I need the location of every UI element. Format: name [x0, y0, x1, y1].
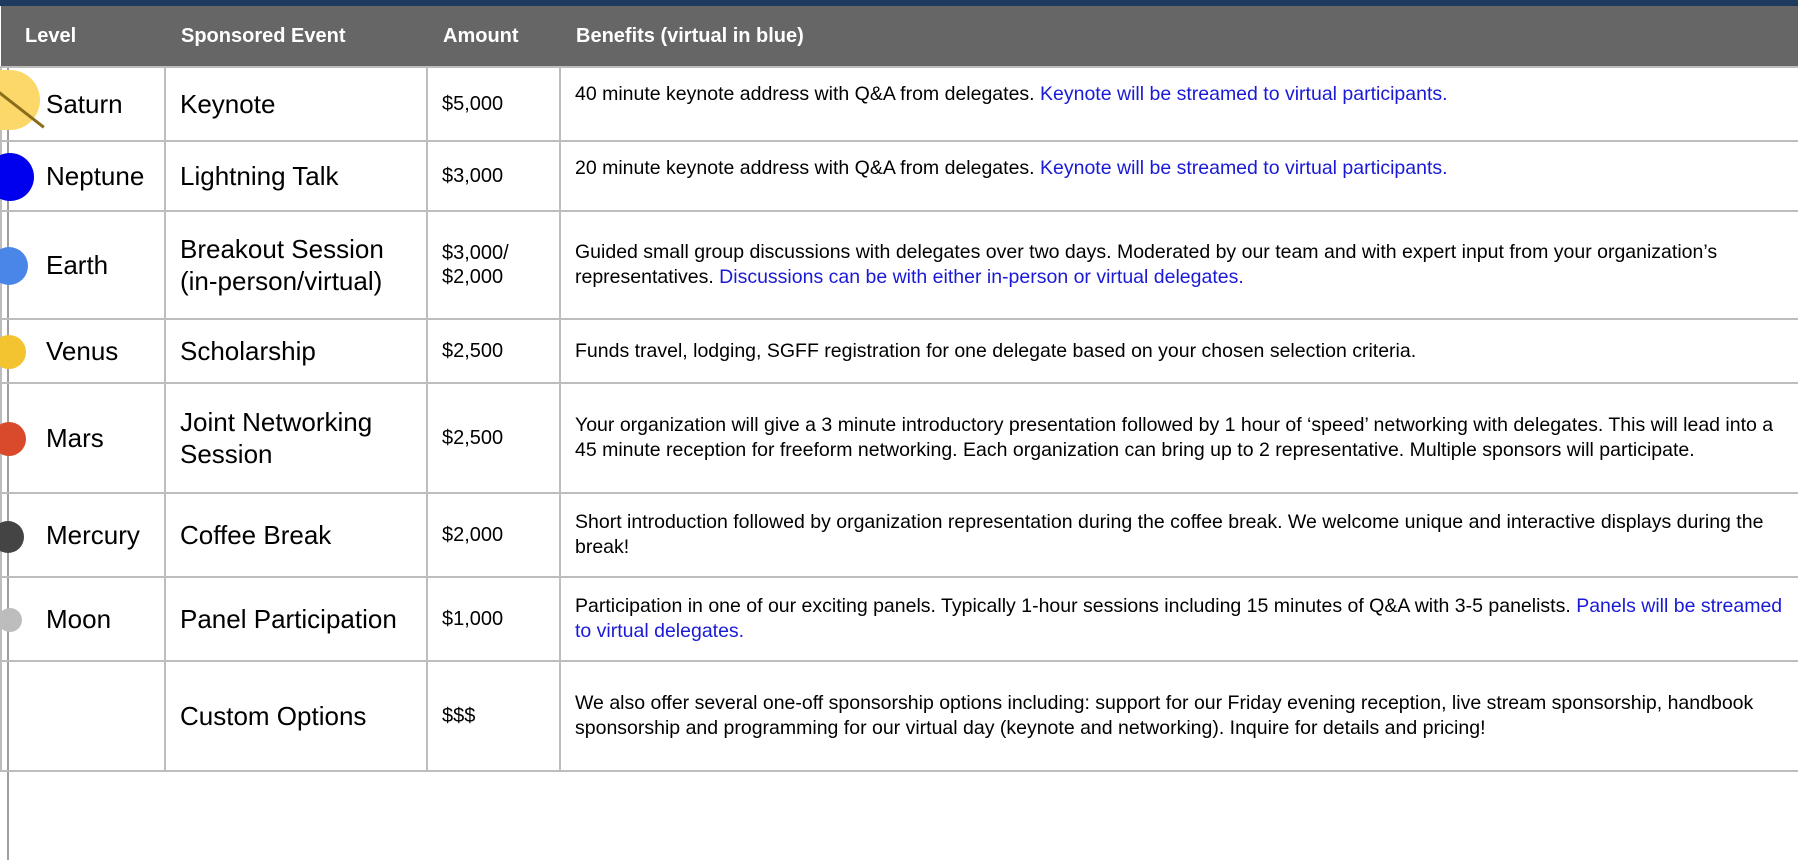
event-cell: Coffee Break — [164, 492, 428, 578]
benefits-cell: Guided small group discussions with dele… — [559, 210, 1798, 320]
venus-planet-icon — [0, 335, 26, 369]
table-row: Mercury Coffee Break $2,000 Short introd… — [0, 492, 1798, 578]
event-cell: Lightning Talk — [164, 140, 428, 212]
level-label: Moon — [46, 603, 112, 634]
moon-planet-icon — [0, 608, 22, 632]
mercury-planet-icon — [0, 521, 24, 553]
event-cell: Panel Participation — [164, 576, 428, 662]
header-sponsored-event: Sponsored Event — [165, 6, 427, 67]
level-label: Venus — [46, 335, 119, 366]
neptune-planet-icon — [0, 153, 34, 201]
benefit-text: Your organization will give a 3 minute i… — [575, 414, 1774, 461]
benefits-cell: 20 minute keynote address with Q&A from … — [559, 140, 1798, 212]
event-cell: Scholarship — [164, 318, 428, 384]
amount-cell: $5,000 — [426, 66, 561, 142]
amount-cell: $1,000 — [426, 576, 561, 662]
sponsorship-table: Level Sponsored Event Amount Benefits (v… — [0, 6, 1798, 772]
table-row: Neptune Lightning Talk $3,000 20 minute … — [0, 140, 1798, 212]
amount-cell: $3,000 — [426, 140, 561, 212]
benefit-text: 20 minute keynote address with Q&A from … — [575, 157, 1035, 179]
level-cell: Venus — [0, 318, 166, 384]
table-row: Mars Joint Networking Session $2,500 You… — [0, 382, 1798, 494]
benefit-virtual-text: Discussions can be with either in-person… — [719, 266, 1244, 288]
event-cell: Custom Options — [164, 660, 428, 772]
amount-cell: $$$ — [426, 660, 561, 772]
amount-cell: $2,500 — [426, 318, 561, 384]
benefits-cell: Participation in one of our exciting pan… — [559, 576, 1798, 662]
level-label: Earth — [46, 249, 109, 280]
benefits-cell: Short introduction followed by organizat… — [559, 492, 1798, 578]
amount-cell: $2,000 — [426, 492, 561, 578]
benefits-cell: Your organization will give a 3 minute i… — [559, 382, 1798, 494]
table-row: Venus Scholarship $2,500 Funds travel, l… — [0, 318, 1798, 384]
earth-planet-icon — [0, 247, 28, 285]
level-cell: Earth — [0, 210, 166, 320]
benefits-cell: 40 minute keynote address with Q&A from … — [559, 66, 1798, 142]
level-cell: Saturn — [0, 66, 166, 142]
level-cell: Moon — [0, 576, 166, 662]
amount-cell: $3,000/ $2,000 — [426, 210, 561, 320]
table-row: Custom Options $$$ We also offer several… — [0, 660, 1798, 772]
table-row: Moon Panel Participation $1,000 Particip… — [0, 576, 1798, 662]
event-cell: Joint Networking Session — [164, 382, 428, 494]
level-label: Mercury — [46, 519, 140, 550]
amount-cell: $2,500 — [426, 382, 561, 494]
benefit-text: 40 minute keynote address with Q&A from … — [575, 83, 1035, 105]
mars-planet-icon — [0, 422, 26, 456]
level-cell: Mars — [0, 382, 166, 494]
level-cell — [0, 660, 166, 772]
benefit-text: Funds travel, lodging, SGFF registration… — [575, 339, 1417, 362]
level-label: Saturn — [46, 88, 123, 119]
level-cell: Mercury — [0, 492, 166, 578]
benefit-text: Short introduction followed by organizat… — [575, 511, 1764, 558]
header-benefits: Benefits (virtual in blue) — [560, 6, 1798, 67]
level-cell: Neptune — [0, 140, 166, 212]
table-row: Saturn Keynote $5,000 40 minute keynote … — [0, 66, 1798, 142]
benefit-text: We also offer several one-off sponsorshi… — [575, 692, 1754, 739]
header-row: Level Sponsored Event Amount Benefits (v… — [1, 6, 1798, 67]
benefit-text: Participation in one of our exciting pan… — [575, 595, 1571, 617]
event-cell: Breakout Session (in-person/virtual) — [164, 210, 428, 320]
header-level: Level — [1, 6, 165, 67]
benefits-cell: Funds travel, lodging, SGFF registration… — [559, 318, 1798, 384]
level-label: Neptune — [46, 160, 145, 191]
benefit-virtual-text: Keynote will be streamed to virtual part… — [1040, 83, 1448, 105]
benefits-cell: We also offer several one-off sponsorshi… — [559, 660, 1798, 772]
header-amount: Amount — [427, 6, 560, 67]
table-row: Earth Breakout Session (in-person/virtua… — [0, 210, 1798, 320]
event-cell: Keynote — [164, 66, 428, 142]
benefit-virtual-text: Keynote will be streamed to virtual part… — [1040, 157, 1448, 179]
level-label: Mars — [46, 422, 104, 453]
